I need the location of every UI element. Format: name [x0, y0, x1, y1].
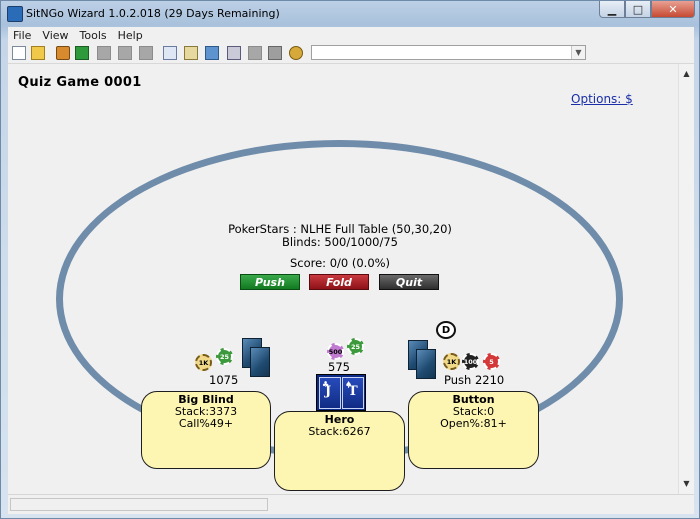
quit-button[interactable]: Quit: [379, 274, 439, 290]
chip-icon: 25: [347, 338, 364, 355]
seat-big-blind[interactable]: Big Blind Stack:3373 Call%49+: [141, 391, 271, 469]
hero-bet: 575: [328, 360, 350, 374]
menu-view[interactable]: View: [37, 29, 74, 42]
opponent-card-back: [250, 347, 270, 377]
menu-file[interactable]: File: [8, 29, 37, 42]
blinds-info: Blinds: 500/1000/75: [282, 235, 398, 249]
maximize-button[interactable]: □: [625, 1, 651, 18]
toolbar-dropdown[interactable]: ▼: [311, 45, 586, 60]
menu-help[interactable]: Help: [113, 29, 149, 42]
window-title: SitNGo Wizard 1.0.2.018 (29 Days Remaini…: [26, 7, 280, 20]
toolbar: ▼: [8, 43, 694, 64]
scroll-down-icon[interactable]: ▼: [679, 476, 694, 491]
hero-card: ♣ J: [319, 377, 341, 409]
disabled-icon: [118, 46, 132, 60]
big-blind-bet: 1075: [209, 373, 239, 387]
disabled-icon: [97, 46, 111, 60]
copy-icon[interactable]: [163, 46, 177, 60]
chip-icon: 100: [462, 353, 479, 370]
settings-gear-icon[interactable]: [289, 46, 303, 60]
button-bet: Push 2210: [444, 373, 505, 387]
push-button[interactable]: Push: [240, 274, 300, 290]
fold-button[interactable]: Fold: [309, 274, 369, 290]
app-icon: [7, 6, 23, 22]
chip-icon: 25: [216, 348, 233, 365]
close-button[interactable]: ✕: [651, 1, 695, 18]
score-text: Score: 0/0 (0.0%): [289, 256, 391, 270]
seat-hero[interactable]: Hero Stack:6267: [274, 411, 405, 491]
page-title: Quiz Game 0001: [18, 75, 142, 90]
options-link[interactable]: Options: $: [571, 92, 633, 106]
chip-icon: 500: [327, 343, 344, 360]
calculator-icon[interactable]: [227, 46, 241, 60]
chevron-down-icon[interactable]: ▼: [571, 46, 585, 59]
open-folder-icon[interactable]: [31, 46, 45, 60]
home-icon[interactable]: [56, 46, 70, 60]
disabled-icon: [139, 46, 153, 60]
new-file-icon[interactable]: [12, 46, 26, 60]
seat-button[interactable]: Button Stack:0 Open%:81+: [408, 391, 539, 469]
note-icon[interactable]: [268, 46, 282, 60]
app-window: SitNGo Wizard 1.0.2.018 (29 Days Remaini…: [0, 0, 700, 519]
menu-bar: File View Tools Help: [8, 27, 694, 43]
status-pane: [10, 498, 268, 511]
image-icon[interactable]: [205, 46, 219, 60]
chip-icon: 5: [483, 353, 500, 370]
hero-cards: ♣ J ♠ T: [316, 374, 366, 411]
disabled-icon: [248, 46, 262, 60]
hero-card: ♠ T: [342, 377, 364, 409]
dealer-button-icon: D: [436, 321, 456, 339]
scroll-up-icon[interactable]: ▲: [679, 66, 694, 81]
table-info: PokerStars : NLHE Full Table (50,30,20): [228, 222, 452, 236]
game-area: Quiz Game 0001 Options: $ PokerStars : N…: [8, 64, 678, 494]
menu-tools[interactable]: Tools: [75, 29, 113, 42]
seat-stat: Open%:81+: [440, 417, 507, 430]
seat-stack: Stack:6267: [308, 425, 371, 438]
seat-stat: Call%49+: [178, 417, 234, 430]
title-bar: SitNGo Wizard 1.0.2.018 (29 Days Remaini…: [1, 1, 700, 26]
status-bar: [8, 494, 694, 514]
refresh-icon[interactable]: [75, 46, 89, 60]
paste-icon[interactable]: [184, 46, 198, 60]
chip-icon: 1K: [443, 353, 460, 370]
opponent-card-back: [416, 349, 436, 379]
vertical-scrollbar[interactable]: ▲ ▼: [678, 64, 694, 494]
minimize-button[interactable]: ▁: [599, 1, 625, 18]
chip-icon: 1K: [195, 354, 212, 371]
